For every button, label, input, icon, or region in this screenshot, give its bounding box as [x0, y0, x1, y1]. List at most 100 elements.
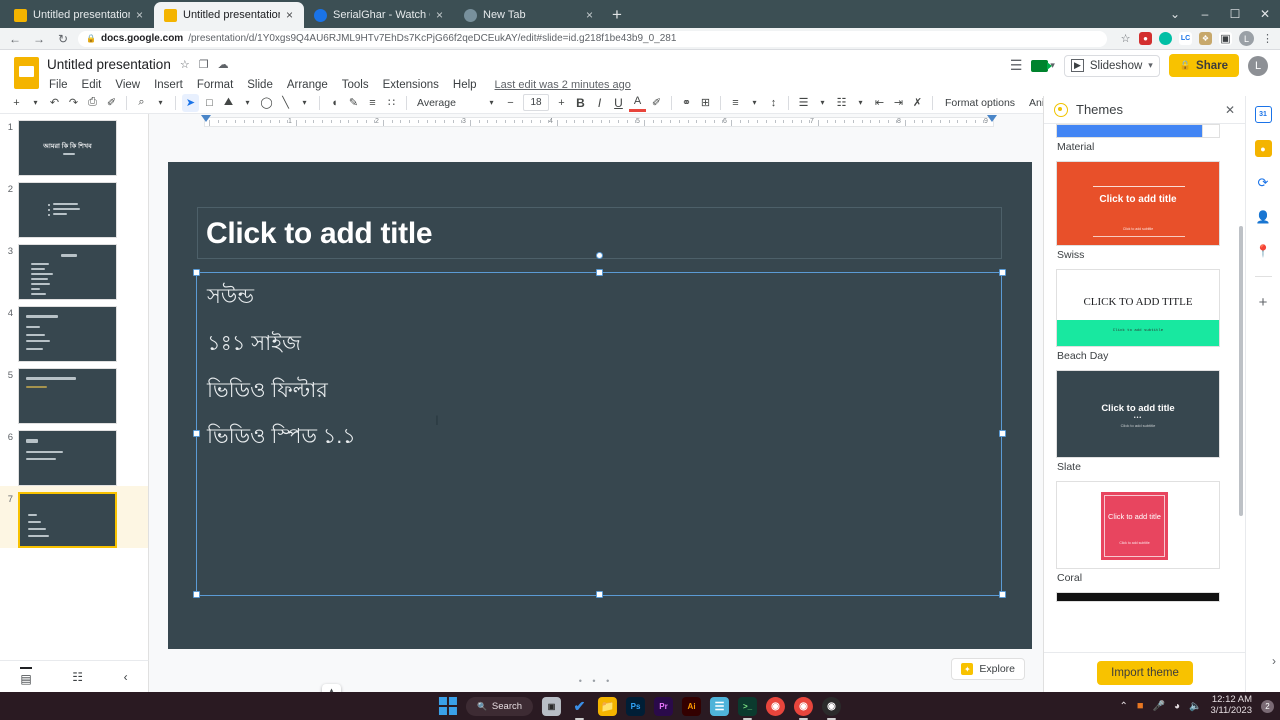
line-spacing-button[interactable]: ↕ [765, 94, 782, 112]
align-button[interactable]: ≡ [727, 94, 744, 112]
slide-thumbnail[interactable] [18, 306, 117, 362]
menu-extensions[interactable]: Extensions [381, 78, 441, 92]
move-to-folder-icon[interactable]: ❐ [199, 58, 209, 71]
filmstrip-slide-7[interactable]: 7 [0, 486, 148, 548]
border-color-button[interactable]: ✎ [345, 94, 362, 112]
menu-help[interactable]: Help [451, 78, 479, 92]
fill-color-button[interactable]: ◖ [326, 94, 343, 112]
menu-insert[interactable]: Insert [152, 78, 185, 92]
resize-handle-mid-right[interactable] [999, 430, 1006, 437]
filmstrip-slide-1[interactable]: 1 আমরা কি কি শিখব [0, 114, 148, 176]
back-icon[interactable]: ← [6, 32, 24, 46]
menu-file[interactable]: File [47, 78, 70, 92]
decrease-indent-button[interactable]: ⇤ [871, 94, 888, 112]
collapse-rail-button[interactable]: › [1272, 654, 1276, 668]
line-button[interactable]: ╲ [277, 94, 294, 112]
shape-button[interactable]: ◯ [258, 94, 275, 112]
address-bar[interactable]: 🔒 docs.google.com/presentation/d/1Y0xgs9… [78, 30, 1107, 47]
bold-button[interactable]: B [572, 94, 589, 112]
google-meet-button[interactable]: ▾ [1031, 59, 1055, 72]
grid-view-button[interactable]: ☷ [72, 670, 83, 684]
chevron-down-icon[interactable]: ⌄ [1160, 7, 1190, 21]
explore-button[interactable]: ✦ Explore [951, 658, 1025, 680]
indent-marker-right[interactable] [987, 115, 997, 122]
themes-list[interactable]: Material Click to add title Click to add… [1044, 124, 1246, 652]
filmstrip-slide-3[interactable]: 3 [0, 238, 148, 300]
resize-handle-bottom-left[interactable] [193, 591, 200, 598]
share-button[interactable]: 🔒 Share [1168, 54, 1239, 77]
task-view-button[interactable]: ▣ [542, 696, 562, 716]
browser-tab-2[interactable]: Untitled presentation - Google S × [154, 2, 304, 28]
insert-image-button[interactable]: ⛰ [220, 94, 237, 112]
menu-format[interactable]: Format [195, 78, 235, 92]
theme-card-beach-day[interactable]: CLICK TO ADD TITLE Click to add subtitle [1056, 269, 1220, 347]
notepad-icon[interactable]: ☰ [710, 696, 730, 716]
taskbar-search-box[interactable]: 🔍 Search [465, 696, 534, 716]
border-weight-button[interactable]: ≡ [364, 94, 381, 112]
menu-view[interactable]: View [113, 78, 142, 92]
clock[interactable]: 12:12 AM 3/11/2023 [1210, 694, 1252, 717]
print-button[interactable]: ⎙ [84, 94, 101, 112]
numbered-list-button[interactable]: ☷ [833, 94, 850, 112]
theme-card-material[interactable] [1056, 124, 1220, 138]
minimize-button[interactable]: – [1190, 7, 1220, 21]
resize-handle-top-center[interactable] [596, 269, 603, 276]
photoshop-icon[interactable]: Ps [626, 696, 646, 716]
illustrator-icon[interactable]: Ai [682, 696, 702, 716]
filmstrip-slide-5[interactable]: 5 [0, 362, 148, 424]
slide-thumbnail[interactable] [18, 182, 117, 238]
import-theme-button[interactable]: Import theme [1097, 660, 1193, 685]
cloud-saved-icon[interactable]: ☁ [218, 58, 229, 71]
google-calendar-icon[interactable]: 31 [1254, 106, 1272, 123]
terminal-icon[interactable]: >_ [738, 696, 758, 720]
numbered-list-dropdown[interactable]: ▾ [852, 94, 869, 112]
bulleted-list-button[interactable]: ☰ [795, 94, 812, 112]
google-contacts-icon[interactable]: 👤 [1254, 208, 1272, 225]
theme-card-coral[interactable]: Click to add title Click to add subtitle [1056, 481, 1220, 569]
google-keep-icon[interactable]: ● [1254, 140, 1272, 157]
account-avatar[interactable]: L [1248, 55, 1268, 76]
maximize-button[interactable]: ☐ [1220, 7, 1250, 21]
reload-icon[interactable]: ↻ [54, 32, 72, 46]
close-icon[interactable]: × [586, 9, 596, 21]
slide-thumbnail[interactable] [18, 430, 117, 486]
lastpass-icon[interactable]: LC [1179, 32, 1192, 45]
slideshow-button[interactable]: ▶ Slideshow ▾ [1063, 54, 1160, 77]
slide-editing-surface[interactable]: Click to add title সউন্ড ১ঃ১ সাইজ ভিডিও … [168, 162, 1032, 649]
highlight-color-button[interactable]: ✐ [648, 94, 665, 112]
select-tool-button[interactable]: ➤ [182, 93, 199, 112]
zoom-button[interactable]: ⌕ [133, 94, 150, 112]
premiere-pro-icon[interactable]: Pr [654, 696, 674, 716]
notification-badge[interactable]: 2 [1261, 699, 1274, 713]
browser-tab-3[interactable]: SerialGhar - Watch Online Indian × [304, 2, 454, 28]
chrome-active-icon[interactable]: ◉ [794, 696, 814, 720]
menu-tools[interactable]: Tools [340, 78, 371, 92]
redo-button[interactable]: ↷ [65, 94, 82, 112]
document-title[interactable]: Untitled presentation [47, 57, 171, 72]
theme-card-next[interactable] [1056, 592, 1220, 602]
text-box-button[interactable]: □ [201, 94, 218, 112]
resize-handle-bottom-right[interactable] [999, 591, 1006, 598]
line-dropdown[interactable]: ▾ [296, 94, 313, 112]
theme-card-swiss[interactable]: Click to add title Click to add subtitle [1056, 161, 1220, 246]
close-icon[interactable]: × [286, 9, 296, 21]
filmstrip-slide-4[interactable]: 4 [0, 300, 148, 362]
close-icon[interactable]: × [136, 9, 146, 21]
menu-arrange[interactable]: Arrange [285, 78, 330, 92]
body-text-box[interactable]: সউন্ড ১ঃ১ সাইজ ভিডিও ফিল্টার ভিডিও স্পিড… [196, 272, 1002, 596]
font-size-input[interactable]: 18 [523, 94, 549, 111]
new-slide-dropdown[interactable]: ▾ [27, 94, 44, 112]
paint-format-button[interactable]: ✐ [103, 94, 120, 112]
menu-slide[interactable]: Slide [245, 78, 275, 92]
google-slides-logo-icon[interactable] [14, 57, 39, 89]
horizontal-ruler[interactable]: 1 2 3 4 5 6 7 8 9 [149, 114, 1043, 130]
tray-app-icon[interactable]: ■ [1137, 700, 1144, 712]
filmstrip-view-button[interactable]: ▤ [20, 667, 32, 686]
increase-indent-button[interactable]: ⇥ [890, 94, 907, 112]
slide-thumbnail[interactable] [18, 492, 117, 548]
themes-scrollbar[interactable] [1239, 226, 1243, 516]
windows-start-button[interactable] [438, 697, 457, 715]
browser-tab-1[interactable]: Untitled presentation - Google S × [4, 2, 154, 28]
clear-formatting-button[interactable]: ✗ [909, 94, 926, 112]
star-icon[interactable]: ☆ [180, 58, 190, 71]
